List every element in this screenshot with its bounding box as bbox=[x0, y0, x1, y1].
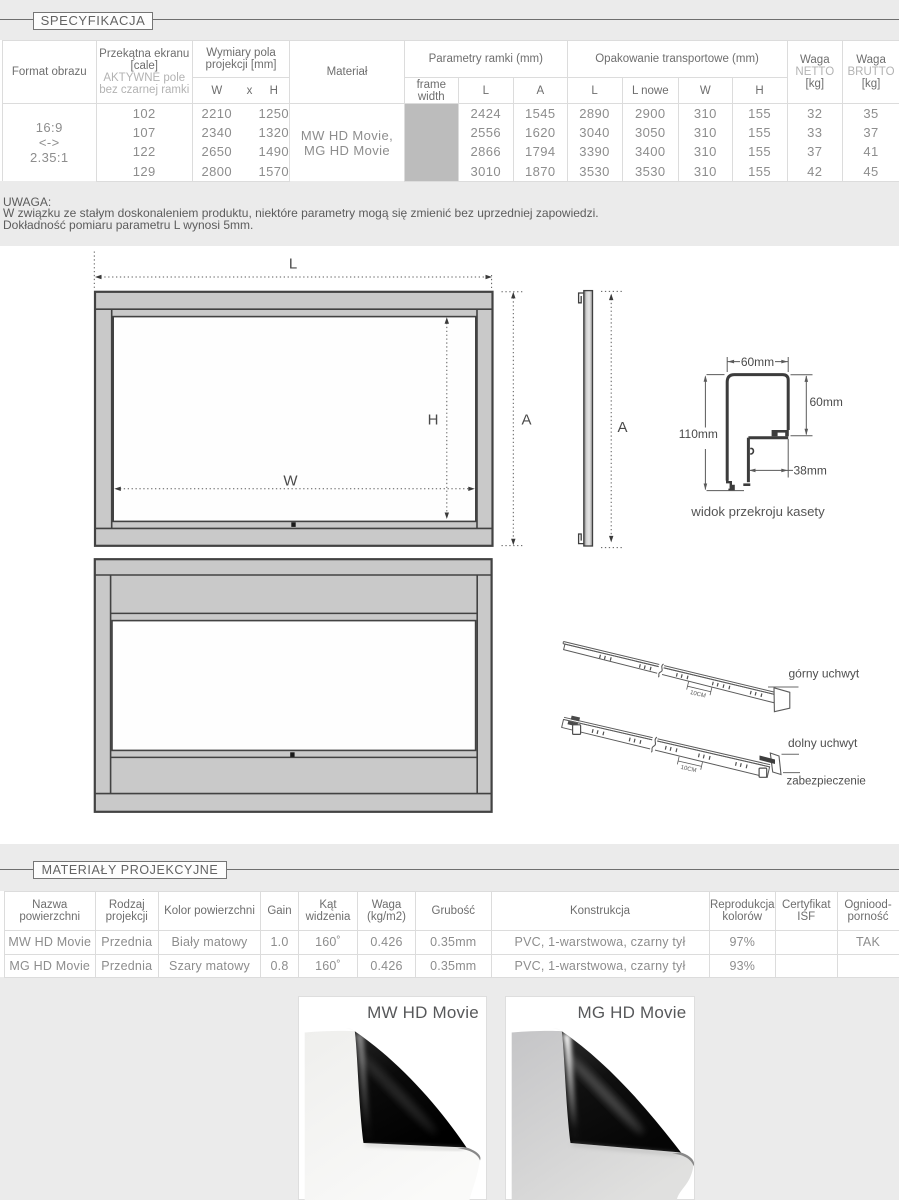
svg-text:widok przekroju kasety: widok przekroju kasety bbox=[690, 504, 825, 519]
svg-text:110mm: 110mm bbox=[679, 427, 718, 441]
svg-text:A: A bbox=[618, 419, 628, 436]
svg-text:10CM: 10CM bbox=[689, 690, 706, 700]
svg-text:H: H bbox=[428, 411, 439, 428]
svg-text:60mm: 60mm bbox=[810, 395, 843, 409]
svg-text:górny uchwyt: górny uchwyt bbox=[789, 667, 860, 681]
svg-text:zabezpieczenie: zabezpieczenie bbox=[787, 776, 866, 788]
svg-text:W: W bbox=[283, 473, 298, 490]
svg-text:dolny uchwyt: dolny uchwyt bbox=[788, 736, 858, 750]
svg-text:60mm: 60mm bbox=[741, 355, 774, 369]
svg-text:L: L bbox=[289, 256, 297, 273]
svg-text:38mm: 38mm bbox=[794, 464, 827, 478]
svg-text:A: A bbox=[522, 412, 532, 429]
svg-text:10CM: 10CM bbox=[680, 765, 697, 774]
